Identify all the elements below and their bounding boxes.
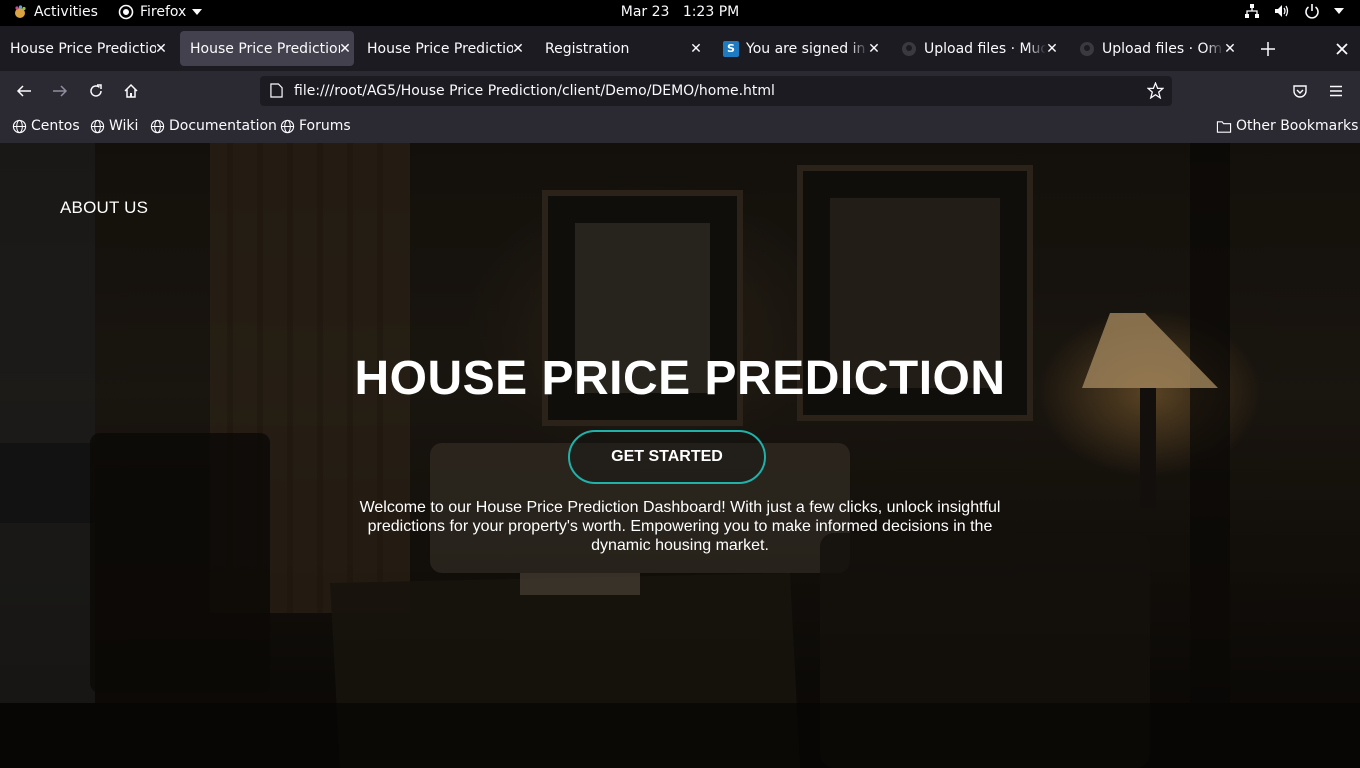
close-tab-icon[interactable]: ✕ [1221,31,1239,66]
close-tab-icon[interactable]: ✕ [336,31,354,66]
other-bookmarks-label: Other Bookmarks [1236,118,1359,134]
globe-icon [150,119,165,133]
volume-icon [1275,5,1289,17]
bookmark-forums[interactable]: Forums [280,118,351,134]
bookmark-label: Documentation [169,118,277,134]
gnome-foot-icon [15,5,26,18]
app-menu[interactable]: Firefox [118,4,203,20]
date-label: Mar 23 [620,4,670,20]
clock-button[interactable]: Mar 23 1:23 PM [621,4,739,20]
close-tab-icon[interactable]: ✕ [865,31,883,66]
tab-registration[interactable]: Registration ✕ [535,31,705,66]
tab-title: House Price Prediction [10,40,156,57]
page-content: ABOUT US HOUSE PRICE PREDICTION GET STAR… [0,143,1360,768]
reload-button[interactable] [84,79,108,103]
navigation-toolbar: file:///root/AG5/House Price Prediction/… [0,71,1360,111]
close-icon [1336,43,1348,55]
activities-button[interactable]: Activities [12,4,98,20]
home-icon [124,83,138,98]
firefox-icon [118,4,134,20]
tab-title: Registration [545,40,630,57]
power-icon [1305,4,1319,19]
app-name: Firefox [140,4,187,20]
tab-upload-files-muda[interactable]: Upload files · Muda ✕ [891,31,1061,66]
close-tab-icon[interactable]: ✕ [687,31,705,66]
close-tab-icon[interactable]: ✕ [1043,31,1061,66]
system-tray[interactable] [1244,3,1344,19]
bookmark-label: Forums [299,118,351,134]
tab-house-price-prediction-2[interactable]: House Price Prediction ✕ [180,31,354,66]
github-icon [1079,41,1095,57]
time-label: 1:23 PM [682,4,740,20]
reload-icon [90,84,102,97]
star-icon[interactable] [1147,82,1164,99]
chevron-down-icon [192,9,203,15]
system-top-bar: Activities Firefox Mar 23 1:23 PM [0,0,1360,26]
url-text[interactable]: file:///root/AG5/House Price Prediction/… [294,83,775,99]
tab-house-price-prediction-3[interactable]: House Price Prediction ✕ [357,31,527,66]
tab-house-price-prediction-1[interactable]: House Price Prediction ✕ [0,31,170,66]
bookmark-centos[interactable]: Centos [12,118,80,134]
tab-title: You are signed in a [746,40,868,57]
bookmark-wiki[interactable]: Wiki [90,118,138,134]
tab-upload-files-oms[interactable]: Upload files · OmS ✕ [1069,31,1239,66]
tab-signed-in[interactable]: S You are signed in a ✕ [713,31,883,66]
folder-icon [1216,120,1232,133]
menu-button[interactable] [1324,79,1348,103]
globe-icon [12,119,27,133]
url-bar[interactable]: file:///root/AG5/House Price Prediction/… [260,76,1172,106]
tab-title: House Price Prediction [367,40,513,57]
bookmark-label: Centos [31,118,80,134]
plus-icon [1261,42,1275,56]
other-bookmarks[interactable]: Other Bookmarks [1216,118,1358,134]
network-icon [1245,4,1259,18]
arrow-right-icon [53,85,68,97]
page-title: HOUSE PRICE PREDICTION [354,352,1006,405]
tab-title: House Price Prediction [190,40,340,57]
bookmark-label: Wiki [109,118,139,134]
get-started-button[interactable]: GET STARTED [568,430,766,484]
close-window-button[interactable] [1332,37,1352,61]
pocket-icon [1293,85,1307,98]
site-favicon-icon: S [723,40,739,57]
clock: Mar 23 1:23 PM [0,4,1360,20]
close-tab-icon[interactable]: ✕ [509,31,527,66]
close-tab-icon[interactable]: ✕ [152,31,170,66]
about-us-link[interactable]: ABOUT US [60,198,148,218]
home-button[interactable] [119,79,143,103]
arrow-left-icon [16,85,31,97]
tab-strip: House Price Prediction ✕ House Price Pre… [0,26,1360,71]
pocket-button[interactable] [1288,79,1312,103]
chevron-down-icon [1334,8,1344,14]
github-icon [901,41,917,57]
welcome-description: Welcome to our House Price Prediction Da… [359,499,1001,554]
forward-button[interactable] [48,79,72,103]
page-icon [270,83,283,98]
back-button[interactable] [12,79,36,103]
tab-title: Upload files · OmS [1102,40,1224,57]
hamburger-menu-icon [1330,85,1342,97]
activities-label: Activities [34,4,98,20]
new-tab-button[interactable] [1256,37,1280,61]
tab-title: Upload files · Muda [924,40,1046,57]
globe-icon [90,119,105,133]
bookmark-documentation[interactable]: Documentation [150,118,277,134]
globe-icon [280,119,295,133]
bookmarks-toolbar: Centos Wiki Documentation Forums Other B… [0,111,1360,143]
